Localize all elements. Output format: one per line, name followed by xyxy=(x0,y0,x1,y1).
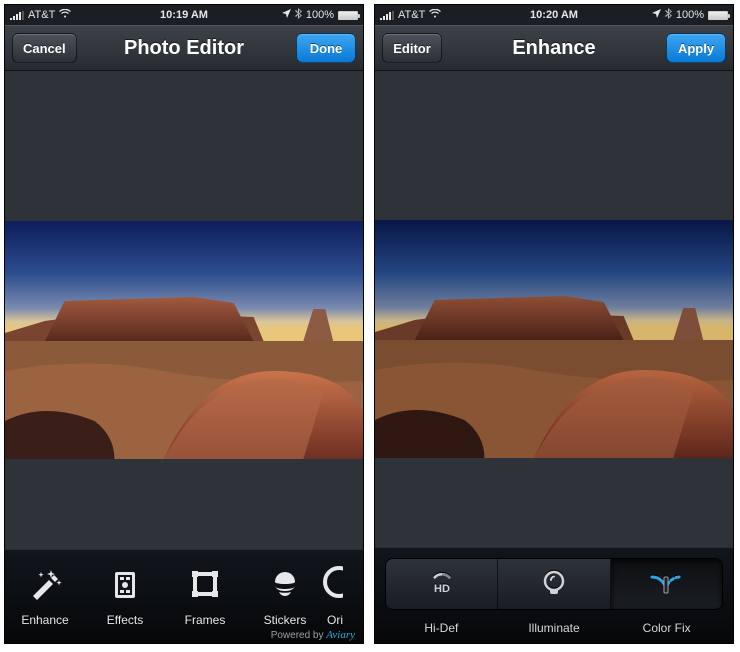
segment-label: Hi-Def xyxy=(385,621,498,635)
photo-preview xyxy=(375,220,733,458)
photo-canvas[interactable] xyxy=(5,71,363,549)
screen-photo-editor: AT&T 10:19 AM 100% Cancel Photo Editor D… xyxy=(4,4,364,644)
hd-icon: HD xyxy=(422,569,462,599)
circle-icon xyxy=(321,566,343,607)
segment-label: Color Fix xyxy=(610,621,723,635)
signal-icon xyxy=(10,11,24,20)
powered-by-brand: Aviary xyxy=(326,629,355,641)
tool-stickers[interactable]: Stickers xyxy=(245,557,325,637)
sticker-icon xyxy=(267,566,303,607)
powered-by: Powered by Aviary xyxy=(271,629,355,641)
battery-icon xyxy=(708,11,728,20)
editor-back-button[interactable]: Editor xyxy=(382,33,442,63)
nav-bar: Editor Enhance Apply xyxy=(375,25,733,71)
bulb-icon xyxy=(537,567,571,601)
segment-labels: Hi-Def Illuminate Color Fix xyxy=(375,621,733,635)
battery-icon xyxy=(338,11,358,20)
done-button[interactable]: Done xyxy=(296,33,356,63)
photo-canvas[interactable] xyxy=(375,71,733,547)
tool-label: Effects xyxy=(107,613,143,627)
segment-illuminate[interactable] xyxy=(498,559,610,609)
wand-icon xyxy=(27,566,63,607)
tool-label: Stickers xyxy=(264,613,307,627)
location-icon xyxy=(652,9,661,21)
enhance-toolbar: HD xyxy=(375,547,733,643)
bluetooth-icon xyxy=(665,8,672,22)
svg-text:HD: HD xyxy=(434,583,450,595)
status-bar: AT&T 10:19 AM 100% xyxy=(5,5,363,25)
signal-icon xyxy=(380,11,394,20)
photo-preview xyxy=(5,221,363,459)
toolbar: Enhance Effects Frames Stickers Ori xyxy=(5,549,363,643)
location-icon xyxy=(282,9,291,21)
wifi-icon xyxy=(429,9,441,21)
tool-enhance[interactable]: Enhance xyxy=(5,557,85,637)
segment-label: Illuminate xyxy=(498,621,611,635)
segment-hi-def[interactable]: HD xyxy=(386,559,498,609)
segment-color-fix[interactable] xyxy=(611,559,722,609)
bluetooth-icon xyxy=(295,8,302,22)
tool-label: Enhance xyxy=(21,613,68,627)
carrier-label: AT&T xyxy=(398,9,425,21)
wifi-icon xyxy=(59,9,71,21)
enhance-segmented-control: HD xyxy=(385,558,723,610)
screen-enhance: AT&T 10:20 AM 100% Editor Enhance Apply xyxy=(374,4,734,644)
battery-pct: 100% xyxy=(676,9,704,21)
tool-label: Ori xyxy=(327,613,343,627)
status-bar: AT&T 10:20 AM 100% xyxy=(375,5,733,25)
film-icon xyxy=(107,566,143,607)
frame-icon xyxy=(187,566,223,607)
cancel-button[interactable]: Cancel xyxy=(12,33,77,63)
tool-frames[interactable]: Frames xyxy=(165,557,245,637)
carrier-label: AT&T xyxy=(28,9,55,21)
tool-orientation-partial[interactable]: Ori xyxy=(325,557,355,637)
color-fix-icon xyxy=(644,569,688,599)
tool-label: Frames xyxy=(185,613,226,627)
tool-effects[interactable]: Effects xyxy=(85,557,165,637)
apply-button[interactable]: Apply xyxy=(666,33,726,63)
powered-by-prefix: Powered by xyxy=(271,630,327,641)
nav-bar: Cancel Photo Editor Done xyxy=(5,25,363,71)
battery-pct: 100% xyxy=(306,9,334,21)
